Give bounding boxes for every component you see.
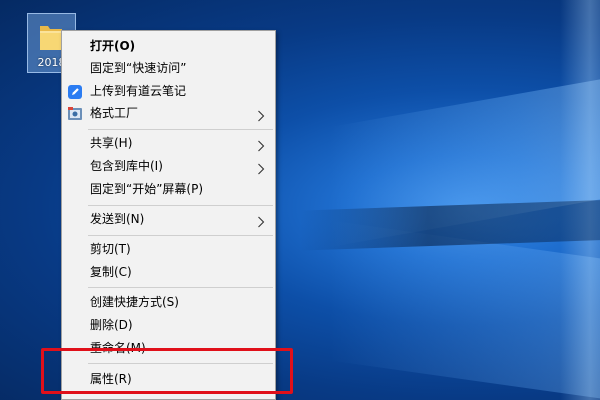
chevron-right-icon xyxy=(257,137,265,152)
menu-separator xyxy=(88,287,273,288)
menu-item-format-factory[interactable]: 格式工厂 xyxy=(62,102,275,124)
chevron-right-icon xyxy=(257,160,265,175)
format-factory-icon xyxy=(68,106,82,120)
menu-item-label: 格式工厂 xyxy=(90,106,139,120)
menu-item-label: 上传到有道云笔记 xyxy=(90,84,187,98)
menu-item-copy[interactable]: 复制(C) xyxy=(62,261,275,283)
menu-separator xyxy=(88,235,273,236)
youdao-note-icon xyxy=(68,84,82,99)
menu-item-label: 发送到(N) xyxy=(90,212,145,226)
menu-separator xyxy=(88,205,273,206)
menu-item-pin-quick-access[interactable]: 固定到“快速访问” xyxy=(62,57,275,79)
menu-item-delete[interactable]: 删除(D) xyxy=(62,314,275,336)
menu-item-label: 包含到库中(I) xyxy=(90,159,163,173)
menu-item-label: 删除(D) xyxy=(90,318,133,332)
desktop[interactable]: 2018 打开(O) 固定到“快速访问” 上传到有道云笔记 格式工厂 共享(H)… xyxy=(0,0,600,400)
menu-item-label: 复制(C) xyxy=(90,265,132,279)
menu-item-label: 重命名(M) xyxy=(90,341,146,355)
chevron-right-icon xyxy=(257,213,265,228)
menu-item-properties[interactable]: 属性(R) xyxy=(62,368,275,390)
menu-item-create-shortcut[interactable]: 创建快捷方式(S) xyxy=(62,291,275,313)
menu-separator xyxy=(88,363,273,364)
menu-item-label: 打开(O) xyxy=(90,39,136,53)
menu-item-pin-to-start[interactable]: 固定到“开始”屏幕(P) xyxy=(62,178,275,200)
menu-item-label: 剪切(T) xyxy=(90,242,131,256)
chevron-right-icon xyxy=(257,107,265,122)
menu-item-rename[interactable]: 重命名(M) xyxy=(62,337,275,359)
menu-item-send-to[interactable]: 发送到(N) xyxy=(62,208,275,230)
menu-item-open[interactable]: 打开(O) xyxy=(62,35,275,57)
menu-item-include-in-library[interactable]: 包含到库中(I) xyxy=(62,155,275,177)
menu-item-upload-youdao[interactable]: 上传到有道云笔记 xyxy=(62,80,275,102)
context-menu: 打开(O) 固定到“快速访问” 上传到有道云笔记 格式工厂 共享(H) 包含到库… xyxy=(61,30,276,400)
wallpaper-shadow-band xyxy=(300,199,600,251)
menu-item-label: 固定到“快速访问” xyxy=(90,61,187,75)
menu-separator xyxy=(88,129,273,130)
menu-item-label: 固定到“开始”屏幕(P) xyxy=(90,182,204,196)
menu-item-label: 共享(H) xyxy=(90,136,133,150)
menu-item-share[interactable]: 共享(H) xyxy=(62,132,275,154)
menu-item-cut[interactable]: 剪切(T) xyxy=(62,238,275,260)
menu-item-label: 属性(R) xyxy=(90,372,132,386)
menu-item-label: 创建快捷方式(S) xyxy=(90,295,179,309)
